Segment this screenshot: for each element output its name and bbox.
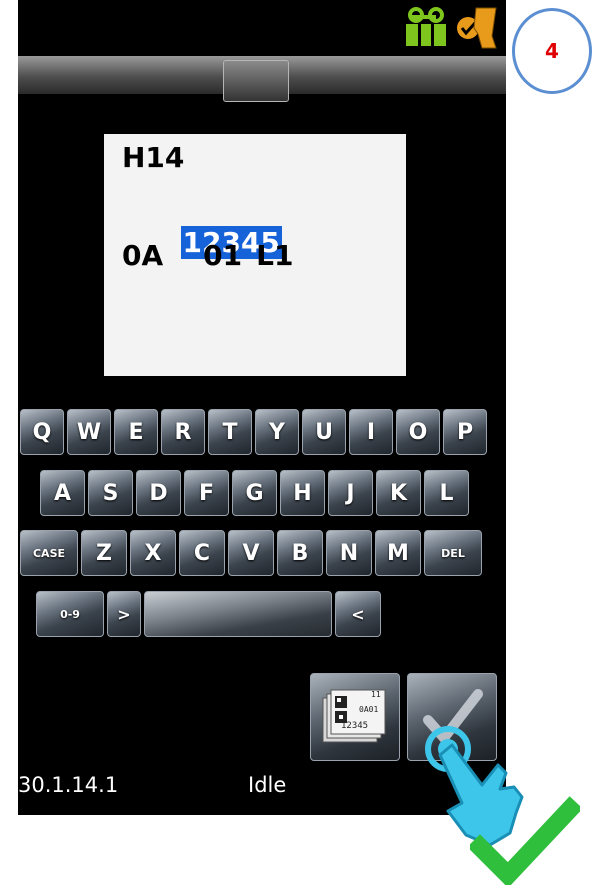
label-line-3: 0A 01 L1	[122, 238, 293, 274]
key-v[interactable]: V	[228, 530, 274, 576]
version-label: 30.1.14.1	[18, 773, 119, 797]
status-icons	[404, 6, 500, 52]
key-x[interactable]: X	[130, 530, 176, 576]
key-t[interactable]: T	[208, 409, 252, 455]
battery-icon	[404, 6, 448, 52]
numbers-key[interactable]: 0-9	[36, 591, 104, 637]
print-label-button[interactable]: 11 0A01 12345	[310, 673, 400, 761]
key-l[interactable]: L	[424, 470, 469, 516]
device-screen: H14 12345 0A 01 L1 Q W E R T Y U I O P A S…	[18, 0, 506, 815]
key-w[interactable]: W	[67, 409, 111, 455]
space-key[interactable]	[144, 591, 332, 637]
label-field-a: 0A	[122, 239, 164, 272]
drawer-handle[interactable]	[223, 60, 289, 102]
label-preview: H14 12345 0A 01 L1	[104, 134, 406, 376]
delete-key[interactable]: DEL	[424, 530, 482, 576]
key-p[interactable]: P	[443, 409, 487, 455]
key-d[interactable]: D	[136, 470, 181, 516]
key-k[interactable]: K	[376, 470, 421, 516]
thumb-text-3: 12345	[341, 721, 369, 731]
key-u[interactable]: U	[302, 409, 346, 455]
key-o[interactable]: O	[396, 409, 440, 455]
key-b[interactable]: B	[277, 530, 323, 576]
keyboard-row-3: CASE Z X C V B N M DEL	[20, 530, 482, 576]
key-i[interactable]: I	[349, 409, 393, 455]
keyboard-row-1: Q W E R T Y U I O P	[20, 409, 487, 455]
keyboard-row-4: 0-9 > <	[36, 591, 381, 637]
key-a[interactable]: A	[40, 470, 85, 516]
cursor-left-key[interactable]: <	[335, 591, 381, 637]
thumb-text-1: 11	[371, 690, 381, 699]
key-y[interactable]: Y	[255, 409, 299, 455]
key-c[interactable]: C	[179, 530, 225, 576]
key-z[interactable]: Z	[81, 530, 127, 576]
label-field-c: L1	[256, 239, 294, 272]
key-n[interactable]: N	[326, 530, 372, 576]
label-field-b: 01	[203, 239, 243, 272]
cursor-right-key[interactable]: >	[107, 591, 141, 637]
step-indicator: 4	[512, 8, 592, 94]
label-line-1: H14	[122, 141, 185, 174]
case-key[interactable]: CASE	[20, 530, 78, 576]
scanner-icon	[454, 4, 500, 54]
key-h[interactable]: H	[280, 470, 325, 516]
key-m[interactable]: M	[375, 530, 421, 576]
status-label: Idle	[248, 773, 287, 797]
key-f[interactable]: F	[184, 470, 229, 516]
key-r[interactable]: R	[161, 409, 205, 455]
key-g[interactable]: G	[232, 470, 277, 516]
thumb-text-2: 0A01	[359, 705, 379, 714]
key-j[interactable]: J	[328, 470, 373, 516]
success-check-icon	[470, 796, 580, 885]
key-q[interactable]: Q	[20, 409, 64, 455]
key-e[interactable]: E	[114, 409, 158, 455]
key-s[interactable]: S	[88, 470, 133, 516]
keyboard-row-2: A S D F G H J K L	[40, 470, 469, 516]
